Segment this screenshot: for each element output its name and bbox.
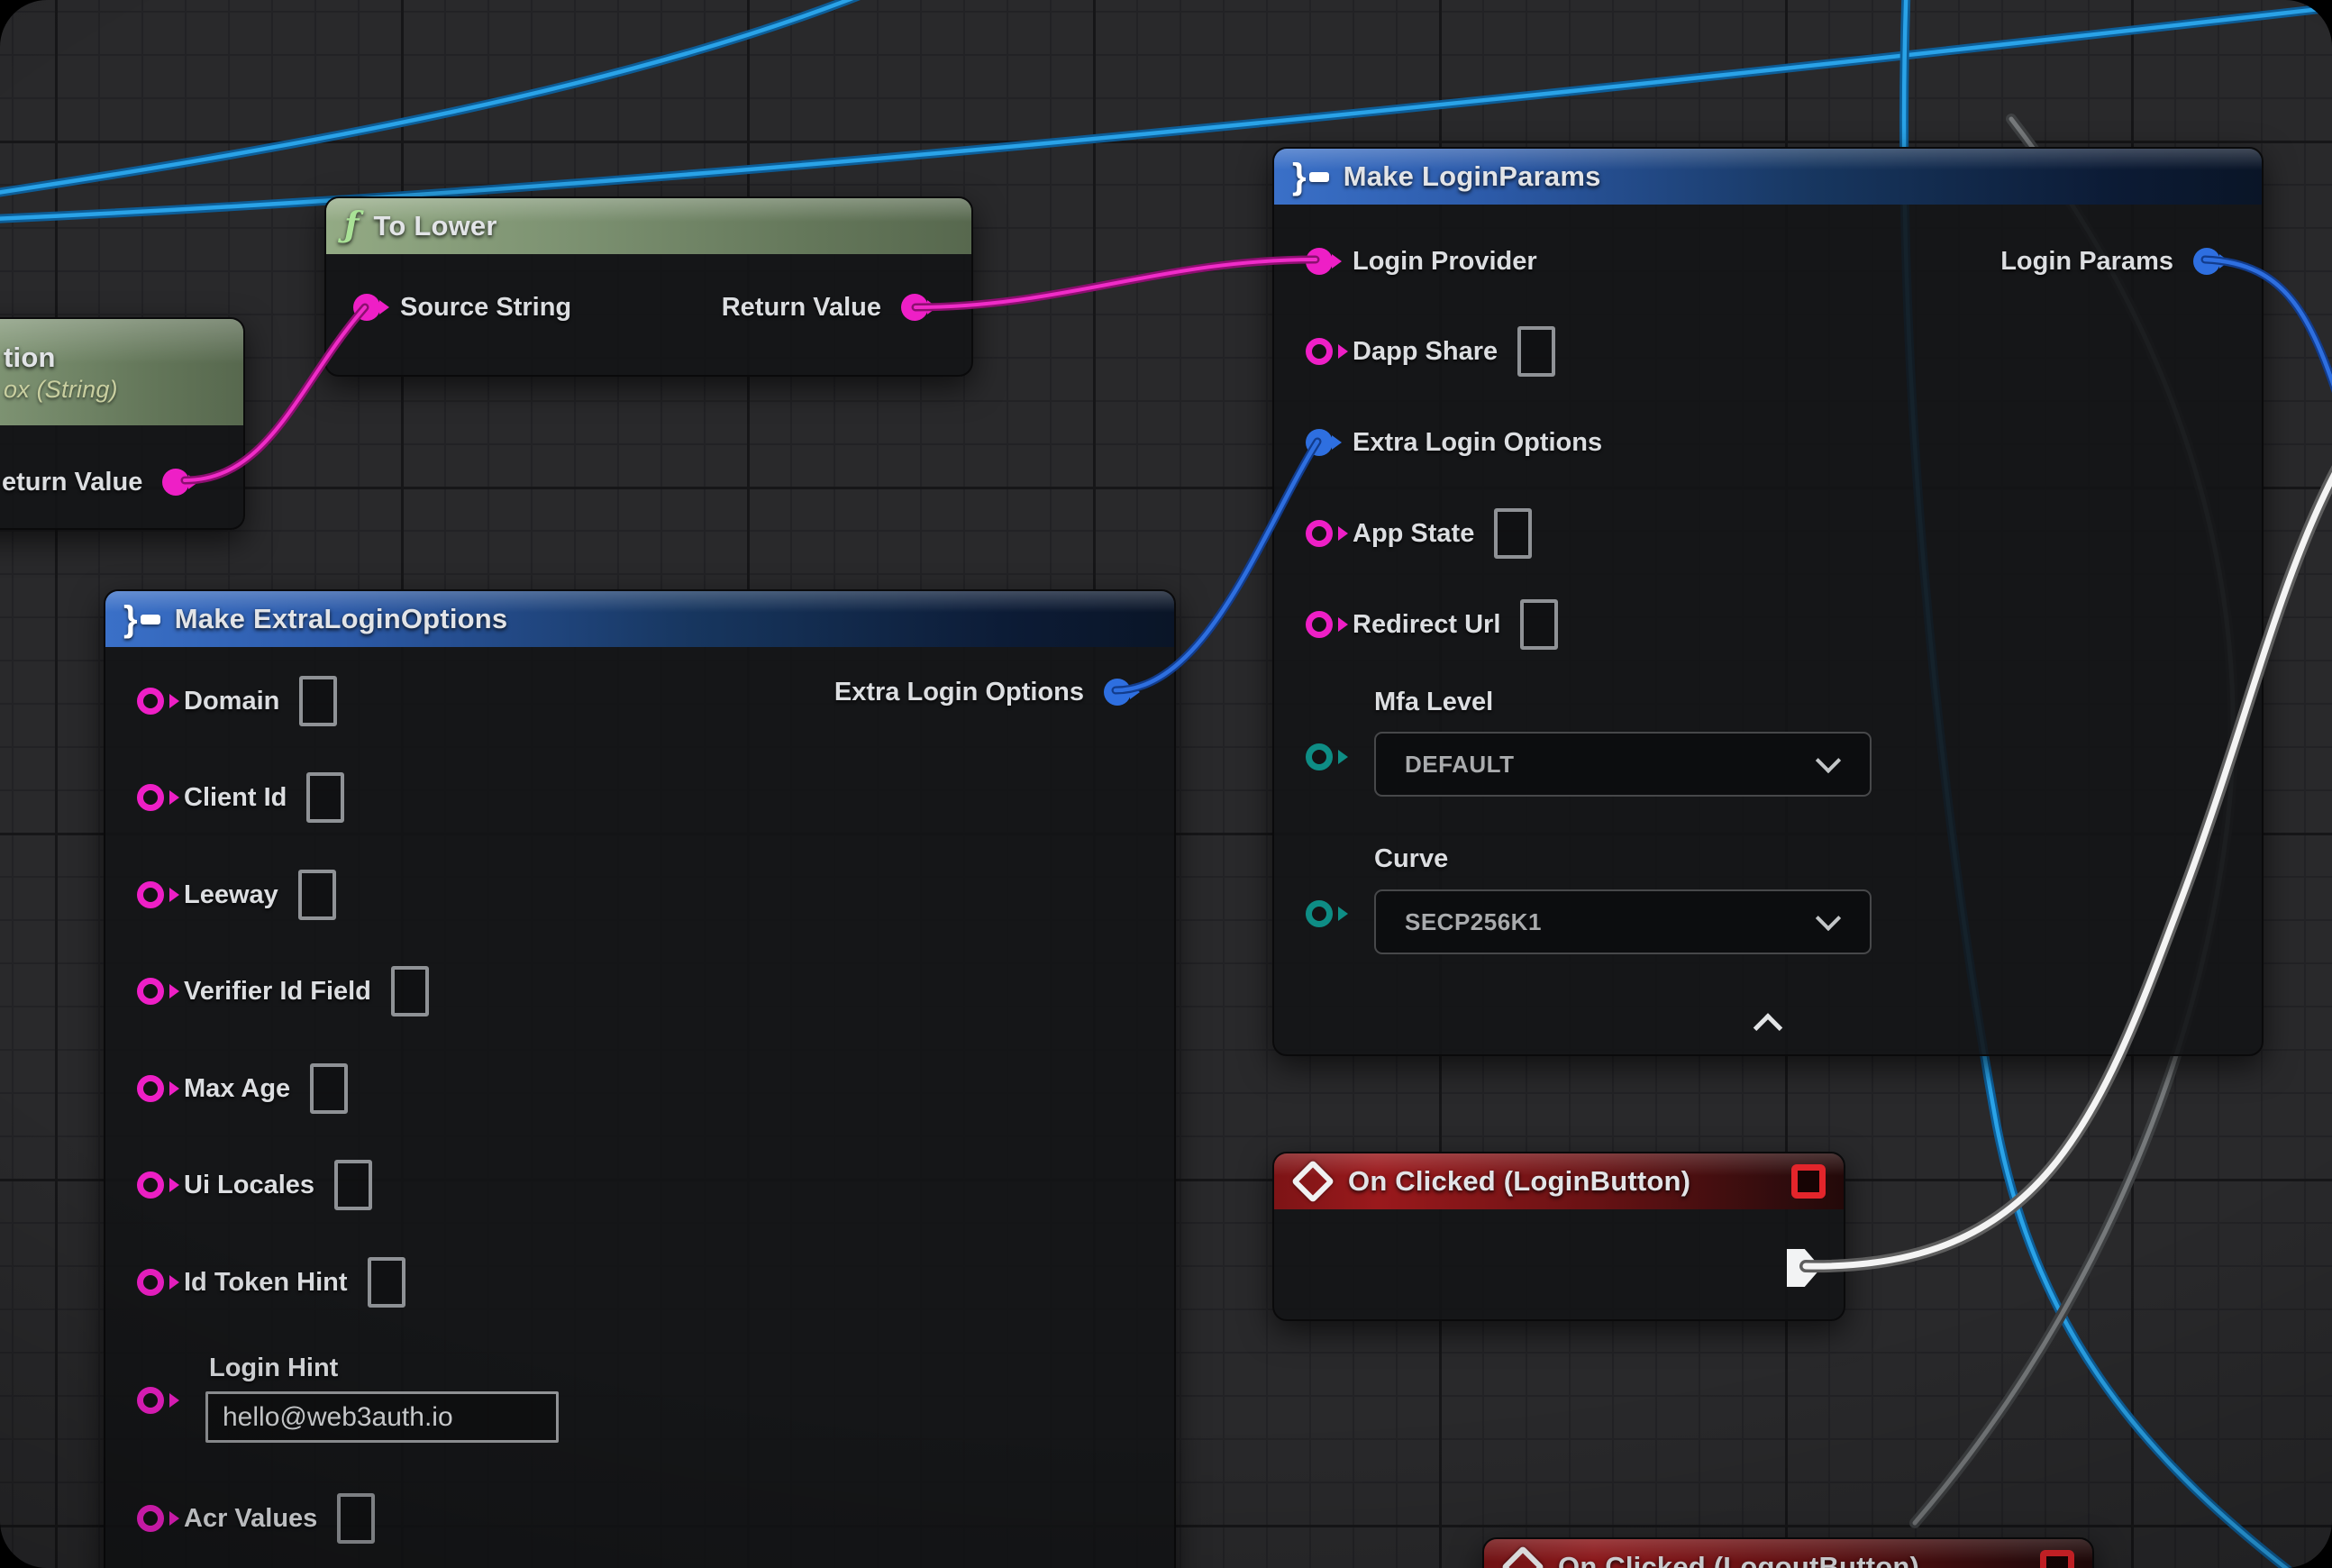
output-pin-extra-login-options[interactable]	[1104, 679, 1131, 706]
input-pin-max-age[interactable]	[137, 1075, 164, 1102]
node-make-login-params-header[interactable]: } Make LoginParams	[1274, 149, 2262, 205]
collapse-node-chevron-icon[interactable]	[1754, 1013, 1783, 1043]
exec-output-pin[interactable]	[1787, 1249, 1821, 1287]
pin-label-leeway: Leeway	[184, 880, 278, 910]
input-pin-id-token-hint[interactable]	[137, 1269, 164, 1296]
node-partial-function-header[interactable]: tion ox (String)	[0, 319, 243, 425]
node-on-clicked-logout-button[interactable]: On Clicked (LogoutButton)	[1482, 1537, 2094, 1568]
pin-label-client-id: Client Id	[184, 783, 287, 813]
input-pin-domain[interactable]	[137, 688, 164, 715]
pin-label-id-token-hint: Id Token Hint	[184, 1268, 348, 1298]
event-diamond-icon	[1501, 1545, 1544, 1568]
default-value-box-id-token-hint[interactable]	[368, 1257, 405, 1308]
node-make-extra-login-options[interactable]: } Make ExtraLoginOptions Domain Client I…	[104, 589, 1176, 1568]
input-pin-mfa-level[interactable]	[1306, 743, 1333, 770]
input-pin-login-hint[interactable]	[137, 1387, 164, 1414]
delegate-pin[interactable]	[2040, 1550, 2074, 1568]
function-icon: ƒ	[344, 207, 360, 242]
mfa-level-dropdown[interactable]: DEFAULT	[1374, 732, 1872, 797]
input-pin-dapp-share[interactable]	[1306, 338, 1333, 365]
default-value-box-leeway[interactable]	[298, 870, 336, 920]
pin-label-return-value: Return Value	[722, 293, 881, 323]
pin-label-login-params-out: Login Params	[2000, 247, 2173, 277]
input-pin-extra-login-options[interactable]	[1306, 429, 1333, 456]
pin-label-login-provider: Login Provider	[1353, 247, 1537, 277]
pin-label-acr-values: Acr Values	[184, 1504, 317, 1534]
wire-cyan-steep[interactable]	[0, 0, 910, 196]
pin-label-mfa-level: Mfa Level	[1374, 688, 1493, 717]
node-make-login-params[interactable]: } Make LoginParams Login Provider Dapp S…	[1272, 147, 2264, 1056]
pin-label-max-age: Max Age	[184, 1074, 290, 1104]
input-pin-source-string[interactable]	[353, 294, 380, 321]
input-pin-leeway[interactable]	[137, 881, 164, 908]
default-value-box-dapp-share[interactable]	[1517, 326, 1555, 377]
pin-label-domain: Domain	[184, 687, 279, 716]
default-value-box-max-age[interactable]	[310, 1063, 348, 1114]
default-value-box-verifier-id-field[interactable]	[391, 966, 429, 1016]
input-pin-ui-locales[interactable]	[137, 1171, 164, 1199]
pin-label-app-state: App State	[1353, 519, 1474, 549]
node-on-clicked-login-button-header[interactable]: On Clicked (LoginButton)	[1274, 1153, 1844, 1209]
node-title: On Clicked (LogoutButton)	[1558, 1551, 1919, 1568]
node-title: Make LoginParams	[1344, 160, 1601, 193]
output-pin-return-value[interactable]	[901, 294, 928, 321]
curve-dropdown[interactable]: SECP256K1	[1374, 889, 1872, 954]
pin-label-dapp-share: Dapp Share	[1353, 337, 1498, 367]
event-diamond-icon	[1291, 1160, 1335, 1203]
pin-label-redirect-url: Redirect Url	[1353, 610, 1500, 640]
pin-label-curve: Curve	[1374, 844, 1448, 874]
chevron-down-icon	[1816, 748, 1841, 773]
default-value-box-acr-values[interactable]	[337, 1493, 375, 1544]
default-value-box-app-state[interactable]	[1494, 508, 1532, 559]
output-pin-return-value[interactable]	[162, 469, 189, 496]
delegate-pin[interactable]	[1791, 1164, 1826, 1199]
input-pin-login-provider[interactable]	[1306, 248, 1333, 275]
node-make-extra-login-options-header[interactable]: } Make ExtraLoginOptions	[105, 591, 1174, 647]
node-on-clicked-login-button[interactable]: On Clicked (LoginButton)	[1272, 1152, 1845, 1321]
node-title: tion	[4, 342, 56, 374]
pin-label-extra-login-options-out: Extra Login Options	[834, 678, 1084, 707]
pin-label-extra-login-options: Extra Login Options	[1353, 428, 1602, 458]
pin-label-source-string: Source String	[400, 293, 571, 323]
node-partial-function[interactable]: tion ox (String) eturn Value	[0, 317, 245, 530]
input-pin-client-id[interactable]	[137, 784, 164, 811]
node-to-lower-header[interactable]: ƒ To Lower	[326, 198, 971, 254]
default-value-box-redirect-url[interactable]	[1520, 599, 1558, 650]
default-value-box-domain[interactable]	[299, 676, 337, 726]
chevron-down-icon	[1816, 906, 1841, 931]
output-pin-login-params[interactable]	[2193, 248, 2220, 275]
node-to-lower[interactable]: ƒ To Lower Source String Return Value	[324, 196, 973, 377]
mfa-level-value: DEFAULT	[1405, 751, 1514, 779]
node-subtitle: ox (String)	[4, 376, 118, 404]
pin-label-login-hint: Login Hint	[209, 1354, 338, 1383]
pin-label-return-value: eturn Value	[2, 468, 142, 497]
node-on-clicked-logout-button-header[interactable]: On Clicked (LogoutButton)	[1484, 1539, 2092, 1568]
curve-value: SECP256K1	[1405, 908, 1542, 936]
wire-to-lower-to-login-provider[interactable]	[915, 260, 1316, 307]
input-pin-verifier-id-field[interactable]	[137, 978, 164, 1005]
input-pin-app-state[interactable]	[1306, 520, 1333, 547]
node-title: Make ExtraLoginOptions	[175, 603, 508, 635]
login-hint-input[interactable]	[205, 1391, 559, 1443]
pin-label-ui-locales: Ui Locales	[184, 1171, 314, 1200]
input-pin-curve[interactable]	[1306, 900, 1333, 927]
node-title: To Lower	[374, 210, 497, 242]
default-value-box-client-id[interactable]	[306, 772, 344, 823]
node-title: On Clicked (LoginButton)	[1348, 1165, 1690, 1198]
make-struct-icon: }	[123, 601, 160, 637]
input-pin-redirect-url[interactable]	[1306, 611, 1333, 638]
blueprint-graph-canvas[interactable]: tion ox (String) eturn Value ƒ To Lower …	[0, 0, 2332, 1568]
default-value-box-ui-locales[interactable]	[334, 1160, 372, 1210]
make-struct-icon: }	[1292, 159, 1329, 195]
pin-label-verifier-id-field: Verifier Id Field	[184, 977, 371, 1007]
input-pin-acr-values[interactable]	[137, 1505, 164, 1532]
